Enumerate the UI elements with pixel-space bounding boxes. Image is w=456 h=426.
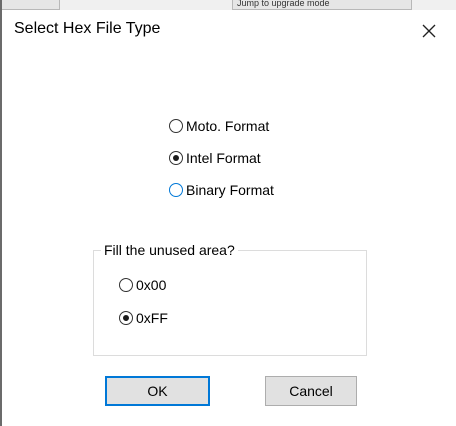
close-button[interactable] — [406, 10, 452, 52]
radio-label: 0xFF — [136, 310, 168, 326]
radio-indicator — [119, 278, 133, 292]
radio-label: Binary Format — [186, 182, 274, 198]
radio-indicator — [169, 119, 183, 133]
radio-label: Intel Format — [186, 150, 261, 166]
radio-fill-0xff[interactable]: 0xFF — [119, 310, 168, 326]
radio-intel-format[interactable]: Intel Format — [169, 150, 261, 166]
close-icon — [422, 24, 436, 38]
radio-label: 0x00 — [136, 277, 167, 293]
radio-binary-format[interactable]: Binary Format — [169, 182, 274, 198]
radio-fill-0x00[interactable]: 0x00 — [119, 277, 166, 293]
ok-button[interactable]: OK — [105, 376, 210, 406]
background-tab-left — [0, 0, 60, 10]
cancel-button[interactable]: Cancel — [265, 376, 357, 406]
fill-unused-group-label: Fill the unused area? — [101, 242, 238, 258]
radio-moto-format[interactable]: Moto. Format — [169, 118, 269, 134]
fill-unused-groupbox — [93, 250, 367, 356]
radio-indicator-selected — [119, 311, 133, 325]
radio-indicator — [169, 183, 183, 197]
dialog-title: Select Hex File Type — [14, 20, 161, 37]
select-hex-file-type-dialog: Select Hex File Type Moto. Format Intel … — [2, 10, 456, 426]
background-tab: Jump to upgrade mode — [232, 0, 412, 10]
radio-label: Moto. Format — [186, 118, 270, 134]
radio-indicator-selected — [169, 151, 183, 165]
dialog-titlebar: Select Hex File Type — [2, 10, 456, 52]
